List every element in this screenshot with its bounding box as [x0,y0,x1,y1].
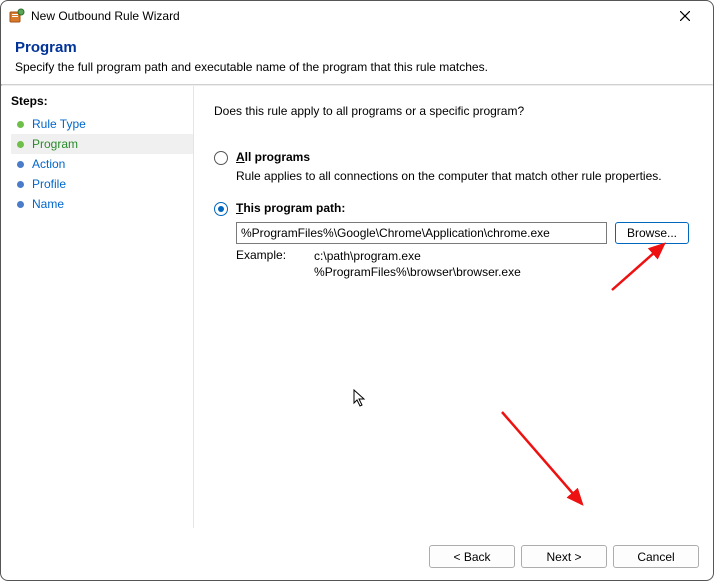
page-header: Program Specify the full program path an… [1,31,713,84]
steps-sidebar: Steps: Rule Type Program Action Profile [1,86,193,528]
cancel-button[interactable]: Cancel [613,545,699,568]
example-label: Example: [236,248,286,280]
step-label: Action [32,157,65,171]
browse-button[interactable]: Browse... [615,222,689,244]
back-button[interactable]: < Back [429,545,515,568]
content-pane: Does this rule apply to all programs or … [193,86,713,528]
window-title: New Outbound Rule Wizard [31,9,665,23]
option-all-programs[interactable]: All programs [214,150,689,165]
step-name[interactable]: Name [11,194,193,214]
step-label: Program [32,137,78,151]
program-path-input[interactable] [236,222,607,244]
annotation-arrow [494,404,594,514]
bullet-icon [15,159,26,170]
step-action[interactable]: Action [11,154,193,174]
wizard-footer: < Back Next > Cancel [429,545,699,568]
close-button[interactable] [665,2,705,30]
question-text: Does this rule apply to all programs or … [214,104,689,118]
bullet-icon [15,139,26,150]
option-this-path[interactable]: This program path: [214,201,689,216]
titlebar: New Outbound Rule Wizard [1,1,713,31]
radio-icon[interactable] [214,151,228,165]
bullet-icon [15,199,26,210]
step-program[interactable]: Program [11,134,193,154]
radio-icon[interactable] [214,202,228,216]
step-rule-type[interactable]: Rule Type [11,114,193,134]
page-description: Specify the full program path and execut… [15,60,699,74]
step-label: Profile [32,177,66,191]
cursor-icon [353,389,369,409]
step-label: Rule Type [32,117,86,131]
option-all-label: All programs [236,150,310,164]
page-heading: Program [15,39,699,56]
option-all-desc: Rule applies to all connections on the c… [236,169,689,183]
next-button[interactable]: Next > [521,545,607,568]
bullet-icon [15,119,26,130]
example-paths: c:\path\program.exe %ProgramFiles%\brows… [314,248,521,280]
step-label: Name [32,197,64,211]
app-icon [9,8,25,24]
bullet-icon [15,179,26,190]
option-path-label: This program path: [236,201,345,215]
sidebar-title: Steps: [11,94,193,108]
example-block: Example: c:\path\program.exe %ProgramFil… [236,248,689,280]
step-profile[interactable]: Profile [11,174,193,194]
